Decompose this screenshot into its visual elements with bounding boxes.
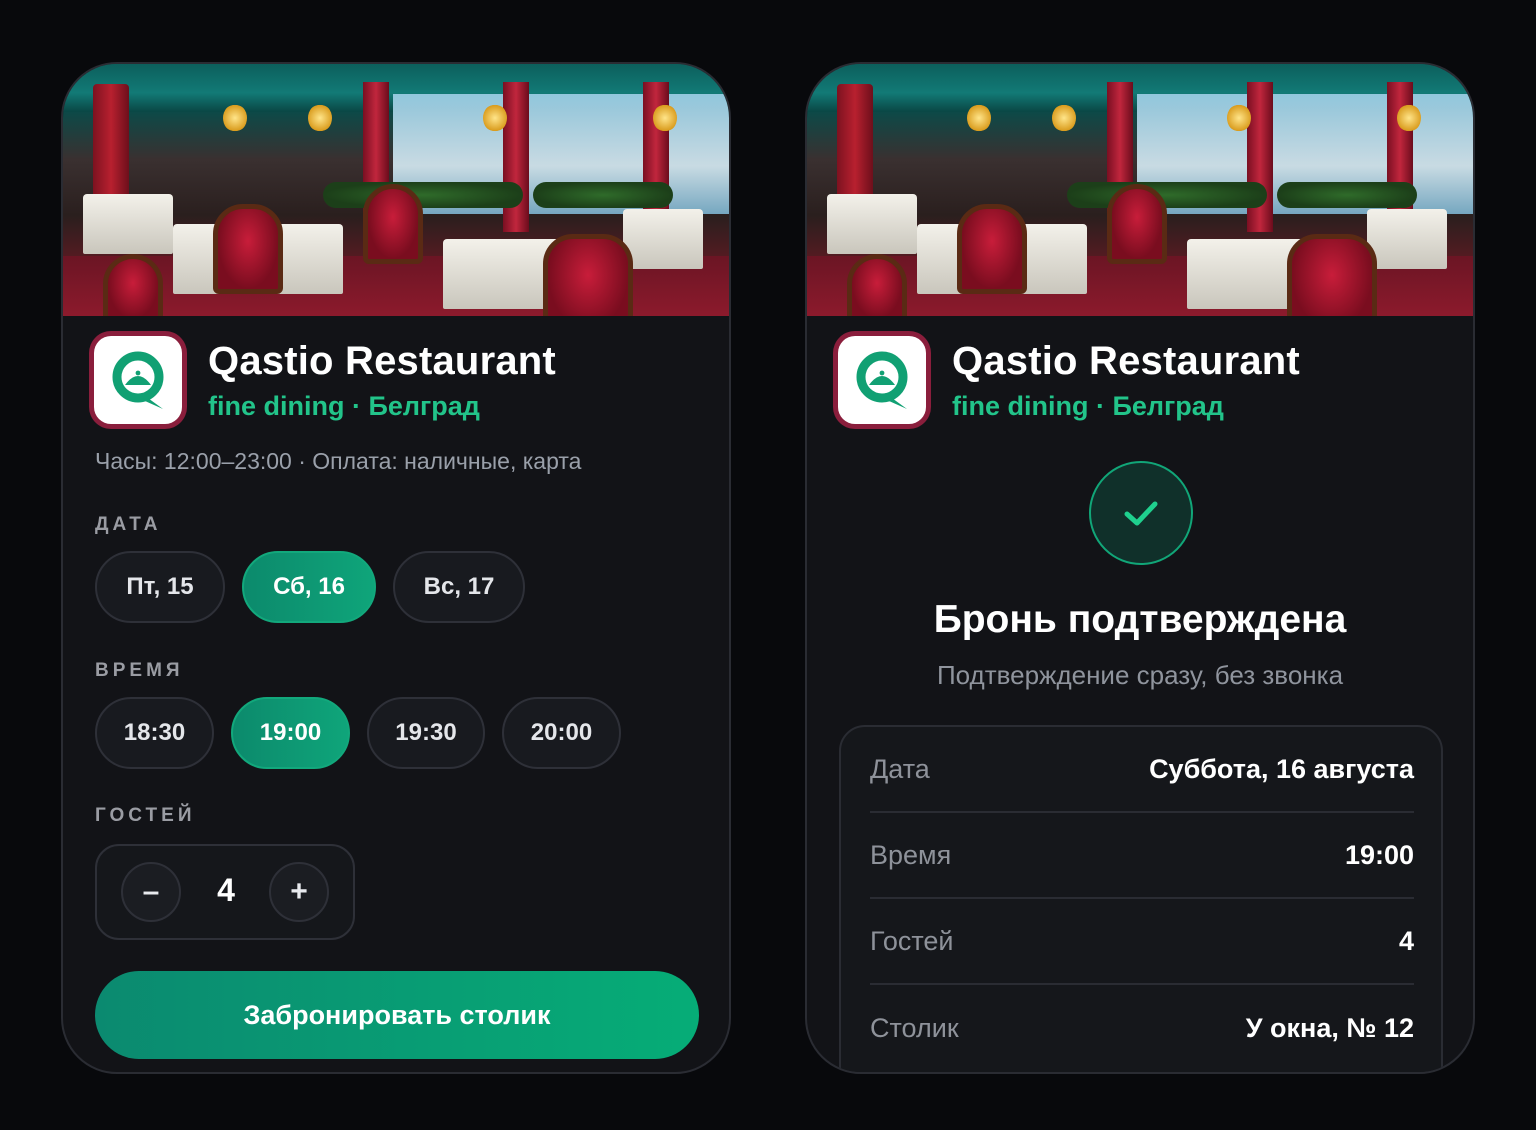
restaurant-header: Qastio Restaurant fine dining · Белград [833,331,1300,429]
date-section-label: ДАТА [95,514,162,535]
date-option-sat[interactable]: Сб, 16 [242,551,376,623]
summary-row-guests: Гостей 4 [870,899,1414,985]
increase-guests-button[interactable]: + [269,862,329,922]
restaurant-subtitle: fine dining · Белград [208,391,480,421]
time-option-1830[interactable]: 18:30 [95,697,214,769]
restaurant-name: Qastio Restaurant [208,339,556,383]
date-option-fri[interactable]: Пт, 15 [95,551,225,623]
restaurant-header: Qastio Restaurant fine dining · Белград [89,331,556,429]
summary-row-time: Время 19:00 [870,813,1414,899]
summary-row-date: Дата Суббота, 16 августа [870,727,1414,813]
book-table-button[interactable]: Забронировать столик [95,971,699,1059]
summary-value: 4 [1398,925,1414,956]
guests-section-label: ГОСТЕЙ [95,805,196,826]
restaurant-logo [833,331,931,429]
restaurant-name: Qastio Restaurant [952,339,1300,383]
restaurant-logo [89,331,187,429]
booking-summary: Дата Суббота, 16 августа Время 19:00 Гос… [839,725,1443,1072]
summary-value: 19:00 [1344,839,1414,870]
summary-value: У окна, № 12 [1245,1012,1414,1043]
guests-stepper: – 4 + [95,844,355,940]
decrease-guests-button[interactable]: – [121,862,181,922]
summary-label: Столик [870,1012,959,1043]
restaurant-subtitle: fine dining · Белград [952,391,1224,421]
restaurant-photo [63,64,729,316]
restaurant-photo [807,64,1473,316]
time-option-1930[interactable]: 19:30 [367,697,485,769]
confirmation-subtitle: Подтверждение сразу, без звонка [936,660,1344,690]
qastio-logo-icon [856,351,908,409]
confirmation-card: Qastio Restaurant fine dining · Белград … [805,62,1475,1074]
guests-count: 4 [217,872,235,908]
qastio-logo-icon [112,351,164,409]
date-option-sun[interactable]: Вс, 17 [393,551,525,623]
restaurant-info: Часы: 12:00–23:00 · Оплата: наличные, ка… [95,448,582,474]
date-picker: Пт, 15 Сб, 16 Вс, 17 [95,551,525,623]
confirmation-title: Бронь подтверждена [933,598,1347,641]
summary-label: Гостей [870,925,954,956]
summary-label: Дата [870,753,930,784]
summary-value: Суббота, 16 августа [1149,753,1414,784]
check-icon [1124,501,1158,526]
time-option-1900[interactable]: 19:00 [231,697,350,769]
success-badge [1089,461,1193,565]
booking-card: Qastio Restaurant fine dining · Белград … [61,62,731,1074]
time-picker: 18:30 19:00 19:30 20:00 [95,697,621,769]
time-option-2000[interactable]: 20:00 [502,697,621,769]
summary-row-table: Столик У окна, № 12 [870,985,1414,1071]
time-section-label: ВРЕМЯ [95,660,184,681]
summary-label: Время [870,839,952,870]
